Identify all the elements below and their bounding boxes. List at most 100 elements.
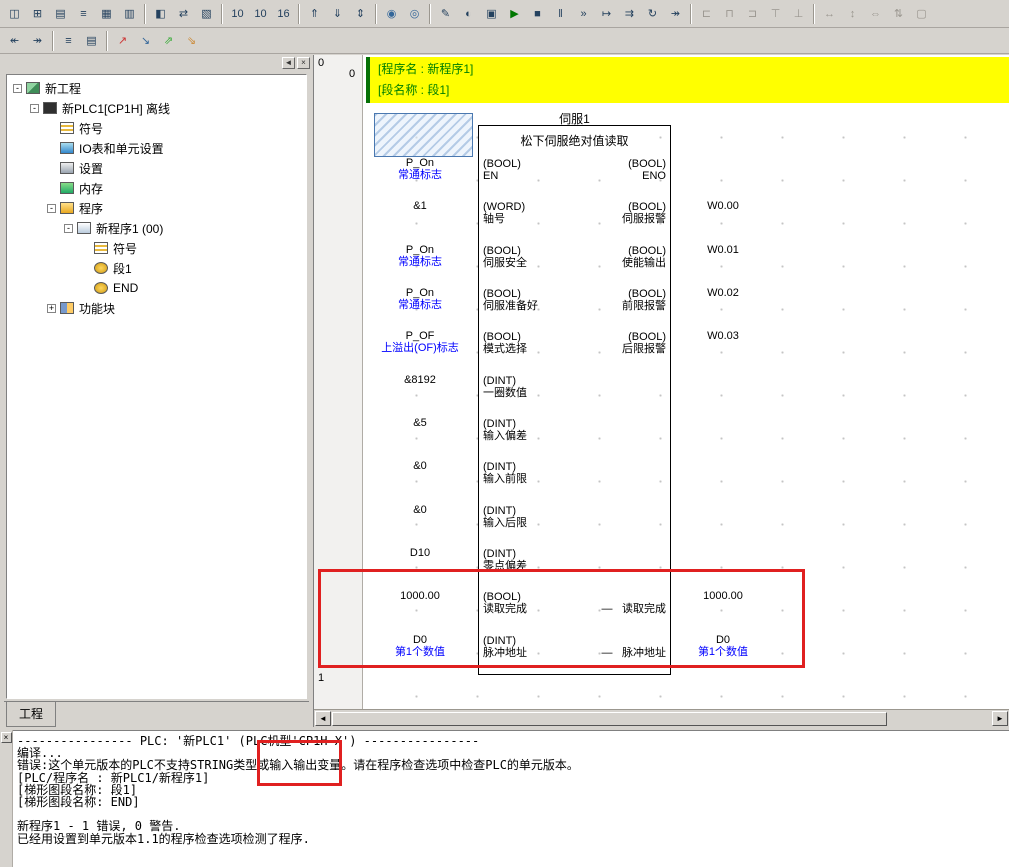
distribute-horizontal-icon[interactable]: ↔ [819, 4, 840, 24]
tab-project[interactable]: 工程 [6, 702, 56, 727]
fb-output-operand[interactable]: W0.02 [671, 285, 775, 328]
hex-monitor-icon[interactable]: 16 [273, 4, 294, 24]
rung-number-0[interactable]: 0 [318, 57, 324, 69]
fb-output-operand[interactable]: W0.00 [671, 198, 775, 241]
fb-input-pin-type: (DINT) [483, 505, 636, 517]
fb-input-operand[interactable]: P_On 常通标志 [365, 242, 475, 285]
tree-item-programs[interactable]: - 程序 [7, 198, 306, 218]
align-right-icon[interactable]: ⊐ [742, 4, 763, 24]
cross-reference-icon[interactable]: ⇄ [173, 4, 194, 24]
force-on-icon[interactable]: ↗ [112, 31, 133, 51]
scroll-right-button[interactable]: ► [992, 711, 1008, 726]
fb-output-operand[interactable]: W0.01 [671, 242, 775, 285]
continuous-run-icon[interactable]: ⇉ [619, 4, 640, 24]
tree-item-io-table[interactable]: IO表和单元设置 [7, 138, 306, 158]
rung-comment-icon[interactable]: ≡ [58, 31, 79, 51]
tree-item-plc[interactable]: - 新PLC1[CP1H] 离线 [7, 98, 306, 118]
force-off-icon[interactable]: ↘ [135, 31, 156, 51]
make-same-size-icon[interactable]: ▢ [911, 4, 932, 24]
signed-decimal-monitor-icon[interactable]: 10 [250, 4, 271, 24]
symbol-table-icon[interactable]: ▦ [96, 4, 117, 24]
step-over-icon[interactable]: ↦ [596, 4, 617, 24]
fb-output-operand[interactable] [671, 415, 775, 458]
fb-input-operand[interactable]: &5 [365, 415, 475, 458]
program-mode-icon[interactable]: ✎ [435, 4, 456, 24]
jump-to-end-icon[interactable]: ↠ [665, 4, 686, 24]
workspace-close-button[interactable]: × [297, 57, 310, 69]
pause-icon[interactable]: ‖ [550, 4, 571, 24]
compare-with-plc-icon[interactable]: ⇕ [350, 4, 371, 24]
annotation-list-icon[interactable]: ▤ [81, 31, 102, 51]
stop-icon[interactable]: ■ [527, 4, 548, 24]
output-window-icon[interactable]: ▧ [196, 4, 217, 24]
scan-run-icon[interactable]: ↻ [642, 4, 663, 24]
rung-comment-bar[interactable]: [程序名 : 新程序1] [段名称 : 段1] [366, 57, 1009, 103]
fb-output-operand[interactable] [671, 458, 775, 501]
diagram-view-icon[interactable]: ⊞ [27, 4, 48, 24]
watch-window-icon[interactable]: ◧ [150, 4, 171, 24]
tree-item-settings[interactable]: 设置 [7, 158, 306, 178]
ladder-view-icon[interactable]: ▤ [50, 4, 71, 24]
debug-mode-icon[interactable]: ◐ [458, 4, 479, 24]
force-cancel-icon[interactable]: ⇗ [158, 31, 179, 51]
fb-input-operand[interactable]: &8192 [365, 372, 475, 415]
fb-output-pin-type: (BOOL) [622, 331, 666, 343]
fb-input-operand[interactable]: P_On 常通标志 [365, 285, 475, 328]
mnemonic-view-icon[interactable]: ≡ [73, 4, 94, 24]
step-run-icon[interactable]: » [573, 4, 594, 24]
tree-item-project[interactable]: - 新工程 [7, 78, 306, 98]
decrease-indent-icon[interactable]: ↞ [4, 31, 25, 51]
tree-item-symbols[interactable]: 符号 [7, 118, 306, 138]
fb-input-operand[interactable]: &0 [365, 458, 475, 501]
fb-input-operand[interactable]: &1 [365, 198, 475, 241]
work-online-icon[interactable]: ◉ [381, 4, 402, 24]
cursor-cell[interactable] [374, 113, 473, 157]
operand-comment: 上溢出(OF)标志 [365, 342, 475, 355]
fb-output-operand[interactable] [671, 372, 775, 415]
transfer-from-plc-icon[interactable]: ⇓ [327, 4, 348, 24]
tree-item-program1[interactable]: - 新程序1 (00) [7, 218, 306, 238]
tree-item-memory[interactable]: 内存 [7, 178, 306, 198]
tree-expander-icon[interactable]: - [30, 104, 39, 113]
fb-input-operand[interactable]: P_OF 上溢出(OF)标志 [365, 328, 475, 371]
fb-output-operand[interactable] [671, 502, 775, 545]
fb-output-pin-name: 伺服报警 [622, 213, 666, 225]
monitor-mode-icon[interactable]: ▣ [481, 4, 502, 24]
rung-step-number: 0 [349, 68, 355, 80]
fb-output-operand[interactable]: W0.03 [671, 328, 775, 371]
io-comment-view-icon[interactable]: ▥ [119, 4, 140, 24]
rung-number-1[interactable]: 1 [318, 672, 324, 684]
fb-input-operand[interactable]: &0 [365, 502, 475, 545]
align-center-icon[interactable]: ⊓ [719, 4, 740, 24]
horizontal-scrollbar[interactable]: ◄ ► [314, 709, 1009, 727]
tree-item-end[interactable]: END [7, 278, 306, 298]
fb-input-operand[interactable]: P_On 常通标志 [365, 155, 475, 198]
run-mode-icon[interactable]: ▶ [504, 4, 525, 24]
align-bottom-icon[interactable]: ⊥ [788, 4, 809, 24]
views-icon[interactable]: ◫ [4, 4, 25, 24]
workspace-dock-button[interactable]: ◄ [282, 57, 295, 69]
make-same-width-icon[interactable]: ⇔ [865, 4, 886, 24]
transfer-to-plc-icon[interactable]: ⇑ [304, 4, 325, 24]
fb-output-operand[interactable] [671, 155, 775, 198]
align-top-icon[interactable]: ⊤ [765, 4, 786, 24]
differential-monitor-icon[interactable]: ⇘ [181, 31, 202, 51]
auto-online-icon[interactable]: ◎ [404, 4, 425, 24]
tree-item-program1-symbols[interactable]: 符号 [7, 238, 306, 258]
scroll-left-button[interactable]: ◄ [315, 711, 331, 726]
tree-expander-icon[interactable]: - [47, 204, 56, 213]
tree-item-function-blocks[interactable]: + 功能块 [7, 298, 306, 318]
align-left-icon[interactable]: ⊏ [696, 4, 717, 24]
tree-item-section1[interactable]: 段1 [7, 258, 306, 278]
tree-expander-icon[interactable]: - [64, 224, 73, 233]
operand-value: D10 [365, 547, 475, 559]
distribute-vertical-icon[interactable]: ↕ [842, 4, 863, 24]
scroll-thumb[interactable] [332, 712, 887, 726]
tree-expander-icon[interactable]: - [13, 84, 22, 93]
output-close-button[interactable]: × [1, 732, 12, 743]
toolbar-icon-glyph: ‖ [558, 8, 563, 20]
make-same-height-icon[interactable]: ⇅ [888, 4, 909, 24]
decimal-monitor-icon[interactable]: 10 [227, 4, 248, 24]
increase-indent-icon[interactable]: ↠ [27, 31, 48, 51]
tree-expander-icon[interactable]: + [47, 304, 56, 313]
